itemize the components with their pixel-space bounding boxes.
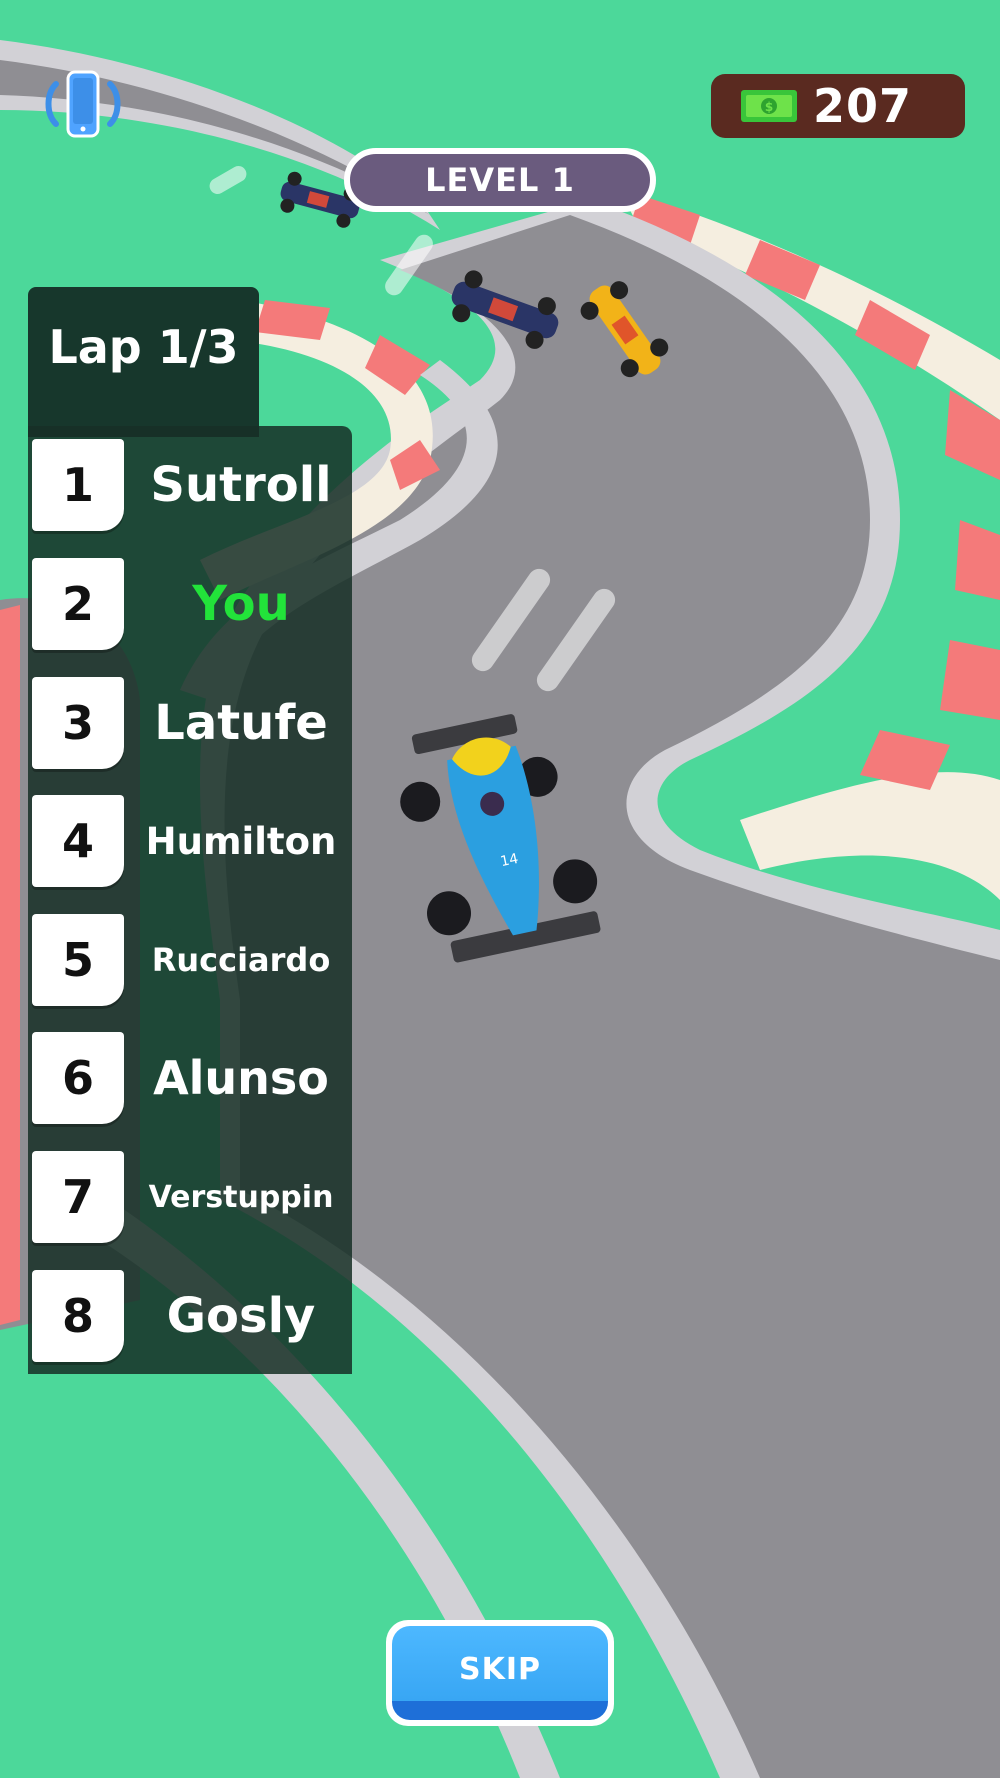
- leaderboard-row: 3 Latufe: [32, 677, 352, 769]
- position-number: 4: [32, 795, 124, 887]
- leaderboard-row: 7 Verstuppin: [32, 1151, 352, 1243]
- racer-name: Rucciardo: [151, 941, 331, 979]
- skip-button-face: SKIP: [392, 1626, 608, 1720]
- position-number: 1: [32, 439, 124, 531]
- leaderboard-row-player: 2 You: [32, 558, 352, 650]
- position-number: 8: [32, 1270, 124, 1362]
- skip-label: SKIP: [458, 1651, 541, 1687]
- money-bill-icon: $: [741, 90, 797, 122]
- skip-button[interactable]: SKIP: [386, 1620, 614, 1726]
- vibration-toggle-button[interactable]: [44, 68, 122, 140]
- racer-name: Sutroll: [150, 457, 332, 513]
- racer-name: Latufe: [154, 695, 328, 751]
- leaderboard-row: 5 Rucciardo: [32, 914, 352, 1006]
- position-number: 5: [32, 914, 124, 1006]
- leaderboard-row: 4 Humilton: [32, 795, 352, 887]
- level-label: LEVEL 1: [425, 161, 575, 199]
- position-number: 3: [32, 677, 124, 769]
- racer-name: Alunso: [153, 1051, 329, 1105]
- cash-counter: $ 207: [711, 74, 965, 138]
- position-number: 6: [32, 1032, 124, 1124]
- svg-text:$: $: [765, 100, 773, 114]
- leaderboard-row: 6 Alunso: [32, 1032, 352, 1124]
- position-number: 7: [32, 1151, 124, 1243]
- cash-value: 207: [813, 79, 913, 133]
- racer-name-you: You: [192, 576, 290, 632]
- leaderboard-row: 8 Gosly: [32, 1270, 352, 1362]
- racer-name: Humilton: [145, 819, 337, 863]
- racer-name: Gosly: [166, 1288, 316, 1344]
- lap-counter: Lap 1/3: [48, 320, 239, 374]
- vibration-phone-icon: [45, 70, 121, 138]
- leaderboard-row: 1 Sutroll: [32, 439, 352, 531]
- racer-name: Verstuppin: [148, 1179, 334, 1215]
- position-number: 2: [32, 558, 124, 650]
- level-indicator: LEVEL 1: [344, 148, 656, 212]
